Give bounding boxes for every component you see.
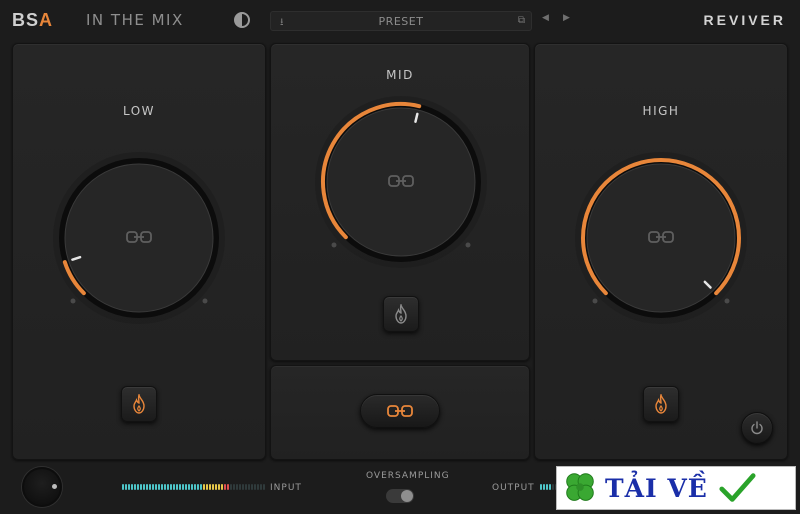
- meter-segment: [254, 484, 256, 490]
- meter-segment: [245, 484, 247, 490]
- meter-segment: [197, 484, 199, 490]
- meter-segment: [209, 484, 211, 490]
- flame-icon: [133, 394, 145, 414]
- bsa-logo: BSA: [12, 10, 54, 30]
- meter-segment: [173, 484, 175, 490]
- meter-segment: [230, 484, 232, 490]
- meter-segment: [125, 484, 127, 490]
- meter-segment: [206, 484, 208, 490]
- meter-segment: [185, 484, 187, 490]
- bypass-button[interactable]: [741, 412, 773, 444]
- meter-segment: [167, 484, 169, 490]
- meter-segment: [215, 484, 217, 490]
- input-meter: [122, 484, 265, 490]
- watermark-text: TẢI VỀ: [605, 473, 708, 503]
- high-knob[interactable]: [535, 44, 789, 344]
- meter-segment: [188, 484, 190, 490]
- meter-segment: [155, 484, 157, 490]
- preset-label[interactable]: PRESET: [271, 15, 531, 28]
- meter-segment: [158, 484, 160, 490]
- meter-segment: [134, 484, 136, 490]
- meter-segment: [149, 484, 151, 490]
- toggle-thumb: [401, 490, 413, 502]
- checkmark-icon: [719, 473, 756, 502]
- meter-segment: [263, 484, 265, 490]
- clover-icon: [566, 473, 594, 501]
- output-meter: [540, 484, 557, 490]
- reviver-logo: REVIVER: [703, 12, 786, 28]
- header-bar: BSA IN THE MIX ⭳ PRESET ⧉ ◀ ▶ REVIVER: [0, 0, 800, 40]
- contrast-icon[interactable]: [234, 12, 250, 28]
- flame-icon: [395, 304, 407, 324]
- meter-segment: [218, 484, 220, 490]
- meter-segment: [242, 484, 244, 490]
- knob-indicator: [52, 484, 57, 489]
- output-label: OUTPUT: [492, 483, 535, 493]
- meter-segment: [140, 484, 142, 490]
- download-watermark: TẢI VỀ: [556, 466, 796, 510]
- meter-segment: [161, 484, 163, 490]
- mid-saturate-button[interactable]: [383, 296, 419, 332]
- low-knob[interactable]: [13, 44, 267, 344]
- oversampling-toggle[interactable]: [386, 489, 414, 503]
- meter-segment: [182, 484, 184, 490]
- meter-segment: [152, 484, 154, 490]
- meter-segment: [170, 484, 172, 490]
- meter-segment: [540, 484, 542, 490]
- chevron-left-icon[interactable]: ◀: [542, 13, 549, 23]
- oversampling-label: OVERSAMPLING: [366, 471, 450, 481]
- meter-segment: [194, 484, 196, 490]
- high-saturate-button[interactable]: [643, 386, 679, 422]
- high-band-panel: HIGH: [534, 43, 788, 460]
- meter-segment: [137, 484, 139, 490]
- meter-segment: [257, 484, 259, 490]
- meter-segment: [146, 484, 148, 490]
- meter-segment: [143, 484, 145, 490]
- meter-segment: [552, 484, 554, 490]
- meter-segment: [212, 484, 214, 490]
- meter-segment: [203, 484, 205, 490]
- meter-segment: [233, 484, 235, 490]
- meter-segment: [221, 484, 223, 490]
- meter-segment: [543, 484, 545, 490]
- meter-segment: [200, 484, 202, 490]
- link-bands-button[interactable]: [360, 394, 440, 428]
- flame-icon: [655, 394, 667, 414]
- power-icon: [751, 421, 763, 435]
- meter-segment: [549, 484, 551, 490]
- export-icon[interactable]: ⧉: [518, 15, 525, 26]
- meter-segment: [191, 484, 193, 490]
- mix-knob[interactable]: [22, 467, 62, 507]
- meter-segment: [128, 484, 130, 490]
- chevron-right-icon[interactable]: ▶: [563, 13, 570, 23]
- meter-segment: [260, 484, 262, 490]
- meter-segment: [251, 484, 253, 490]
- link-icon: [387, 405, 413, 417]
- mid-band-panel: MID: [270, 43, 530, 361]
- low-saturate-button[interactable]: [121, 386, 157, 422]
- meter-segment: [131, 484, 133, 490]
- meter-segment: [179, 484, 181, 490]
- meter-segment: [236, 484, 238, 490]
- meter-segment: [248, 484, 250, 490]
- product-name: IN THE MIX: [86, 11, 184, 29]
- meter-segment: [239, 484, 241, 490]
- meter-segment: [224, 484, 226, 490]
- meter-segment: [227, 484, 229, 490]
- meter-segment: [164, 484, 166, 490]
- low-band-panel: LOW: [12, 43, 266, 460]
- input-label: INPUT: [270, 483, 302, 493]
- meter-segment: [546, 484, 548, 490]
- meter-segment: [176, 484, 178, 490]
- meter-segment: [122, 484, 124, 490]
- preset-selector[interactable]: ⭳ PRESET ⧉: [270, 11, 532, 31]
